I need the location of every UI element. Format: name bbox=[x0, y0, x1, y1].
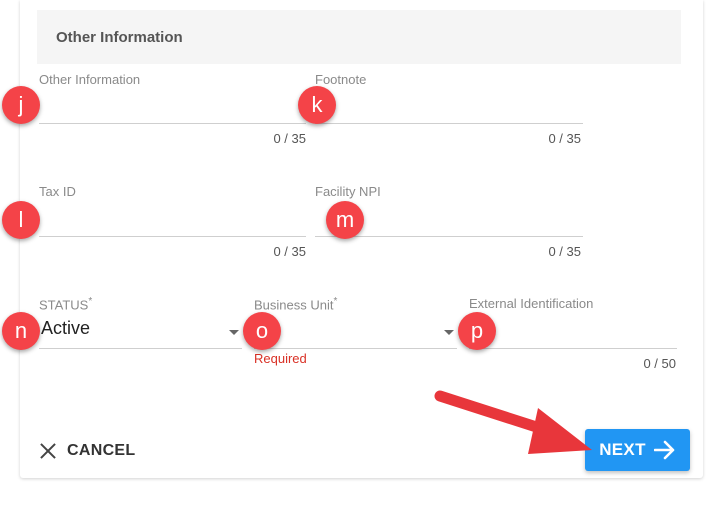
arrow-right-icon bbox=[653, 440, 675, 460]
footnote-counter: 0 / 35 bbox=[548, 131, 581, 146]
status-value: Active bbox=[41, 318, 91, 338]
business-unit-label: Business Unit* bbox=[254, 296, 338, 313]
footnote-field[interactable]: Footnote 0 / 35 bbox=[315, 72, 583, 147]
facility-npi-counter: 0 / 35 bbox=[548, 244, 581, 259]
tax-id-counter: 0 / 35 bbox=[273, 244, 306, 259]
other-information-field[interactable]: Other Information 0 / 35 bbox=[39, 72, 306, 147]
annotation-marker-m: m bbox=[326, 201, 364, 239]
status-label: STATUS* bbox=[39, 296, 93, 313]
other-information-label: Other Information bbox=[39, 72, 141, 87]
footnote-underline bbox=[315, 123, 583, 124]
tax-id-underline bbox=[39, 236, 306, 237]
facility-npi-label: Facility NPI bbox=[315, 184, 381, 199]
tax-id-field[interactable]: Tax ID 0 / 35 bbox=[39, 184, 306, 259]
footnote-label: Footnote bbox=[315, 72, 367, 87]
external-identification-label: External Identification bbox=[469, 296, 594, 311]
pointer-arrow-icon bbox=[434, 390, 592, 454]
close-icon bbox=[38, 441, 58, 461]
annotation-marker-j: j bbox=[2, 86, 40, 124]
external-identification-counter: 0 / 50 bbox=[643, 356, 676, 371]
cancel-label: CANCEL bbox=[67, 442, 136, 459]
chevron-down-icon[interactable] bbox=[444, 330, 454, 335]
external-identification-underline bbox=[469, 348, 677, 349]
status-select[interactable]: STATUS* Active bbox=[39, 296, 242, 356]
chevron-down-icon[interactable] bbox=[229, 330, 239, 335]
tax-id-label: Tax ID bbox=[39, 184, 76, 199]
business-unit-underline bbox=[254, 348, 457, 349]
annotation-marker-p: p bbox=[458, 312, 496, 350]
annotation-marker-n: n bbox=[2, 312, 40, 350]
cancel-button[interactable]: CANCEL bbox=[38, 436, 135, 466]
other-information-counter: 0 / 35 bbox=[273, 131, 306, 146]
business-unit-error: Required bbox=[254, 351, 307, 366]
section-title: Other Information bbox=[56, 29, 183, 46]
next-label: NEXT bbox=[599, 440, 646, 459]
facility-npi-underline bbox=[315, 236, 583, 237]
other-information-underline bbox=[39, 123, 306, 124]
section-header: Other Information bbox=[37, 10, 681, 64]
annotation-marker-k: k bbox=[298, 86, 336, 124]
next-button[interactable]: NEXT bbox=[585, 429, 690, 471]
status-underline bbox=[39, 348, 242, 349]
annotation-marker-o: o bbox=[243, 312, 281, 350]
business-unit-select[interactable]: Business Unit* Required bbox=[254, 296, 457, 366]
annotation-marker-l: l bbox=[2, 201, 40, 239]
external-identification-field[interactable]: External Identification 0 / 50 bbox=[469, 296, 677, 376]
